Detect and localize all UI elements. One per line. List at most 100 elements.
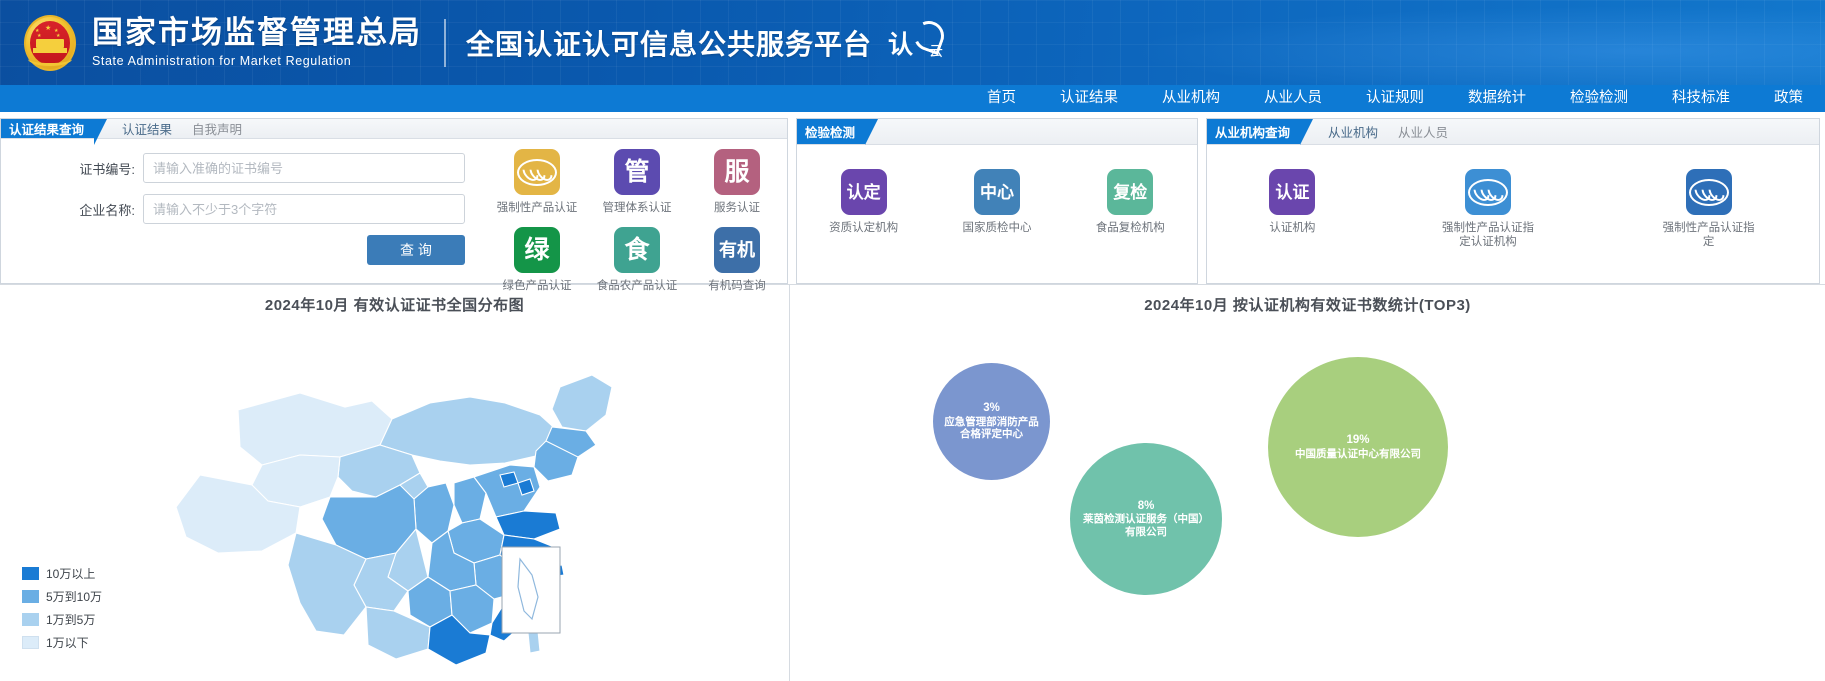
renyun-logo-char: 认 [888, 25, 913, 61]
icon-label-0: 强制性产品认证 [497, 201, 578, 215]
nav-item-4[interactable]: 认证规则 [1344, 85, 1446, 112]
legend-item-1: 5万到10万 [22, 588, 102, 605]
nav-item-6[interactable]: 检验检测 [1548, 85, 1650, 112]
tab-inspection-testing[interactable]: 检验检测 [797, 119, 865, 144]
icon-national-quality-center[interactable]: 中心 国家质检中心 [962, 169, 1031, 283]
tab-agency[interactable]: 从业机构 [1318, 119, 1388, 144]
bubble-1[interactable]: 8% 莱茵检测认证服务（中国）有限公司 [1070, 443, 1222, 595]
charts-row: 2024年10月 有效认证证书全国分布图 [0, 284, 1825, 681]
agency-icon-label-2: 强制性产品认证指定 [1661, 221, 1757, 250]
nav-item-2[interactable]: 从业机构 [1140, 85, 1242, 112]
nav-item-3[interactable]: 从业人员 [1242, 85, 1344, 112]
legend-label-0: 10万以上 [46, 565, 95, 582]
site-header: ★ ★ ★ ★ ★ 国家市场监督管理总局 State Administratio… [0, 0, 1825, 85]
food-reinspection-icon: 复检 [1107, 169, 1153, 215]
nav-item-0[interactable]: 首页 [965, 85, 1038, 112]
legend-swatch-2 [22, 613, 39, 626]
bubble-0[interactable]: 3% 应急管理部消防产品合格评定中心 [933, 363, 1050, 480]
bubble-name-1: 莱茵检测认证服务（中国）有限公司 [1070, 513, 1222, 538]
legend-label-3: 1万以下 [46, 634, 89, 651]
certificate-query-panel-header: 认证结果查询 认证结果 自我声明 [1, 119, 787, 139]
food-agri-icon: 食 [614, 227, 660, 273]
main-navigation: 首页 认证结果 从业机构 从业人员 认证规则 数据统计 检验检测 科技标准 政策 [0, 85, 1825, 112]
certification-body-icon: 认证 [1269, 169, 1315, 215]
icon-label-1: 管理体系认证 [603, 201, 672, 215]
agency-icon-label-1: 强制性产品认证指定认证机构 [1440, 221, 1536, 250]
tab-practitioner[interactable]: 从业人员 [1388, 119, 1458, 144]
tab-certificate-query[interactable]: 认证结果查询 [1, 119, 94, 138]
bubble-name-0: 应急管理部消防产品合格评定中心 [933, 416, 1050, 441]
cert-number-row: 证书编号: [61, 153, 483, 183]
top3-certification-bodies-chart: 2024年10月 按认证机构有效证书数统计(TOP3) 3% 应急管理部消防产品… [790, 285, 1825, 681]
national-quality-center-icon: 中心 [974, 169, 1020, 215]
agency-panel-header: 从业机构查询 从业机构 从业人员 [1207, 119, 1819, 145]
icon-certification-body[interactable]: 认证 认证机构 [1269, 169, 1315, 283]
nav-item-7[interactable]: 科技标准 [1650, 85, 1752, 112]
company-name-row: 企业名称: [61, 194, 483, 224]
legend-swatch-1 [22, 590, 39, 603]
icon-ccc-designated[interactable]: 强制性产品认证指定 [1661, 169, 1757, 283]
inspection-icon-row: 认定 资质认定机构 中心 国家质检中心 复检 食品复检机构 [797, 145, 1197, 283]
icon-qualification-accreditation[interactable]: 认定 资质认定机构 [829, 169, 898, 283]
inspection-icon-label-0: 资质认定机构 [829, 221, 898, 235]
legend-label-2: 1万到5万 [46, 611, 95, 628]
company-name-label: 企业名称: [61, 200, 135, 219]
legend-item-2: 1万到5万 [22, 611, 102, 628]
bubble-name-2: 中国质量认证中心有限公司 [1287, 448, 1429, 460]
renyun-logo: 认 云 [888, 25, 943, 61]
china-map-svg[interactable] [0, 315, 790, 665]
inspection-panel-header: 检验检测 [797, 119, 1197, 145]
national-emblem-icon: ★ ★ ★ ★ ★ [22, 12, 78, 74]
icon-food-reinspection[interactable]: 复检 食品复检机构 [1096, 169, 1165, 283]
brand-title-cn: 国家市场监督管理总局 [92, 17, 422, 50]
cert-number-label: 证书编号: [61, 159, 135, 178]
bubble-canvas: 3% 应急管理部消防产品合格评定中心 8% 莱茵检测认证服务（中国）有限公司 1… [790, 315, 1825, 665]
brand-title-en: State Administration for Market Regulati… [92, 54, 422, 68]
inspection-icon-label-2: 食品复检机构 [1096, 221, 1165, 235]
tab-self-declaration[interactable]: 自我声明 [182, 119, 252, 138]
icon-ccc-product-cert[interactable]: 强制性产品认证 [487, 149, 587, 227]
nav-item-1[interactable]: 认证结果 [1038, 85, 1140, 112]
ccc-designated-icon [1686, 169, 1732, 215]
agency-query-panel: 从业机构查询 从业机构 从业人员 认证 认证机构 强制性产品认证指定认证机构 [1206, 118, 1820, 284]
icon-management-system-cert[interactable]: 管 管理体系认证 [587, 149, 687, 227]
agency-icon-label-0: 认证机构 [1269, 221, 1315, 235]
certificate-query-form: 证书编号: 企业名称: 查 询 [1, 139, 483, 305]
panels-row: 认证结果查询 认证结果 自我声明 证书编号: 企业名称: 查 询 [0, 112, 1825, 284]
agency-icon-row: 认证 认证机构 强制性产品认证指定认证机构 强制性产品认证指定 [1207, 145, 1819, 283]
cert-number-input[interactable] [143, 153, 465, 183]
nav-item-5[interactable]: 数据统计 [1446, 85, 1548, 112]
ccc-designated-cert-body-icon [1465, 169, 1511, 215]
china-distribution-map-chart: 2024年10月 有效认证证书全国分布图 [0, 285, 790, 681]
tab-agency-query[interactable]: 从业机构查询 [1207, 119, 1300, 144]
management-system-icon: 管 [614, 149, 660, 195]
company-name-input[interactable] [143, 194, 465, 224]
icon-label-2: 服务认证 [714, 201, 760, 215]
legend-swatch-0 [22, 567, 39, 580]
legend-swatch-3 [22, 636, 39, 649]
header-divider [444, 19, 446, 67]
legend-item-3: 1万以下 [22, 634, 102, 651]
qualification-accreditation-icon: 认定 [841, 169, 887, 215]
organic-code-icon: 有机 [714, 227, 760, 273]
icon-service-cert[interactable]: 服 服务认证 [687, 149, 787, 227]
platform-title: 全国认证认可信息公共服务平台 [466, 23, 872, 63]
tab-certificate-result[interactable]: 认证结果 [112, 119, 182, 138]
bubble-percent-1: 8% [1138, 500, 1155, 514]
ccc-mark-icon [514, 149, 560, 195]
certificate-category-grid: 强制性产品认证 管 管理体系认证 服 服务认证 绿 绿色产品认证 食 食品农产品… [487, 139, 787, 305]
inspection-testing-panel: 检验检测 认定 资质认定机构 中心 国家质检中心 复检 食品复检机构 [796, 118, 1198, 284]
bubble-2[interactable]: 19% 中国质量认证中心有限公司 [1268, 357, 1448, 537]
bubble-chart-title: 2024年10月 按认证机构有效证书数统计(TOP3) [790, 285, 1825, 315]
legend-item-0: 10万以上 [22, 565, 102, 582]
green-product-icon: 绿 [514, 227, 560, 273]
icon-ccc-designated-cert-body[interactable]: 强制性产品认证指定认证机构 [1440, 169, 1536, 283]
nav-item-8[interactable]: 政策 [1752, 85, 1825, 112]
bubble-percent-0: 3% [983, 402, 1000, 416]
map-canvas: 10万以上 5万到10万 1万到5万 1万以下 [0, 315, 789, 665]
search-button[interactable]: 查 询 [367, 235, 465, 265]
map-legend: 10万以上 5万到10万 1万到5万 1万以下 [22, 565, 102, 657]
south-china-sea-inset [502, 547, 560, 633]
certificate-query-panel: 认证结果查询 认证结果 自我声明 证书编号: 企业名称: 查 询 [0, 118, 788, 284]
bubble-percent-2: 19% [1346, 434, 1369, 448]
